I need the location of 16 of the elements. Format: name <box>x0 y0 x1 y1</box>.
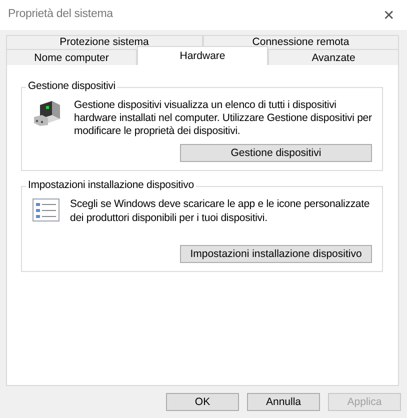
close-button[interactable]: ✕ <box>383 6 395 24</box>
tab[interactable]: Nome computer <box>6 49 137 65</box>
description: Scegli se Windows deve scaricare le app e le icone personalizzate dei produttori disponibili per i tuoi dispositivi. <box>70 198 371 225</box>
dialog-button[interactable]: Annulla <box>247 393 320 411</box>
tab[interactable]: Connessione remota <box>202 35 399 49</box>
dialog-button[interactable]: OK <box>166 393 239 411</box>
tab[interactable]: Hardware <box>137 46 268 65</box>
window-title: Proprietà del sistema <box>8 8 113 22</box>
group-title: Gestione dispositivi <box>26 80 118 94</box>
action-button[interactable]: Impostazioni installazione dispositivo <box>180 244 372 263</box>
checklist-icon <box>32 198 60 222</box>
tab[interactable]: Avanzate <box>268 49 399 65</box>
group-title: Impostazioni installazione dispositivo <box>26 179 196 192</box>
action-button[interactable]: Gestione dispositivi <box>180 144 372 162</box>
tab[interactable]: Protezione sistema <box>6 35 202 49</box>
description: Gestione dispositivi visualizza un elenco di tutti i dispositivi hardware installati nel computer. Utilizzare Gestione dispositivi per modificare le proprietà dei dispositivi. <box>74 99 372 138</box>
